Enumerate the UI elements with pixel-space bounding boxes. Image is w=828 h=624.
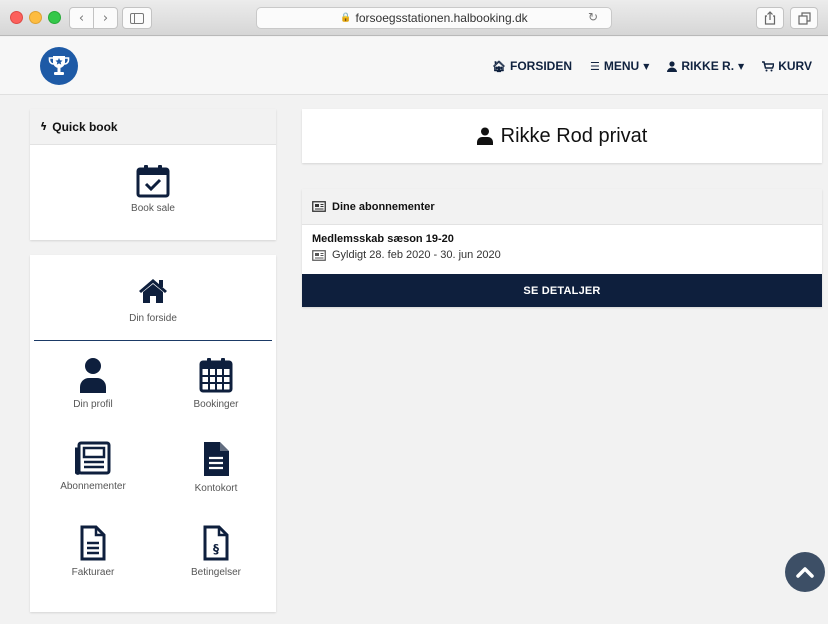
user-icon — [667, 60, 678, 72]
subscriptions-card: Dine abonnementer Medlemsskab sæson 19-2… — [302, 189, 822, 307]
sidebar-toggle-button[interactable] — [122, 7, 152, 29]
bookings-tile[interactable]: Bookinger — [166, 357, 266, 410]
subscription-validity-text: Gyldigt 28. feb 2020 - 30. jun 2020 — [332, 249, 501, 261]
reload-icon[interactable]: ↻ — [588, 10, 598, 24]
home-tile-label: Din forside — [129, 313, 177, 324]
main-navigation: 🏠︎ FORSIDEN ☰ MENU ▼ RIKKE R. ▼ KURV — [492, 37, 812, 95]
calendar-check-icon — [136, 165, 170, 198]
newspaper-icon — [75, 441, 111, 475]
site-header: 🏠︎ FORSIDEN ☰ MENU ▼ RIKKE R. ▼ KURV — [0, 37, 828, 95]
forward-button[interactable]: › — [93, 7, 118, 29]
file-lines-icon — [80, 525, 106, 561]
quick-book-header: ϟ Quick book — [30, 109, 276, 145]
hamburger-icon: ☰ — [590, 59, 600, 73]
nav-home[interactable]: 🏠︎ FORSIDEN — [492, 59, 572, 73]
invoices-tile[interactable]: Fakturaer — [43, 525, 143, 578]
invoices-tile-label: Fakturaer — [71, 567, 115, 578]
calendar-icon — [199, 358, 233, 393]
share-button[interactable] — [756, 7, 784, 29]
nav-user[interactable]: RIKKE R. ▼ — [667, 59, 744, 73]
home-icon: 🏠︎ — [492, 59, 506, 73]
account-card-tile[interactable]: Kontokort — [166, 441, 266, 494]
address-bar-url: forsoegsstationen.halbooking.dk — [355, 11, 528, 25]
caret-down-icon: ▼ — [738, 61, 745, 71]
share-icon — [764, 11, 776, 25]
home-icon — [139, 279, 167, 303]
bookings-tile-label: Bookinger — [193, 399, 239, 410]
subscriptions-header: Dine abonnementer — [302, 189, 822, 225]
book-sale-button[interactable]: Book sale — [30, 145, 276, 214]
back-button[interactable]: ‹ — [69, 7, 94, 29]
scroll-to-top-button[interactable] — [785, 552, 825, 592]
nav-menu-label: MENU — [603, 59, 640, 73]
browser-toolbar: ‹ › 🔒 forsoegsstationen.halbooking.dk ↻ — [0, 0, 828, 36]
terms-tile-label: Betingelser — [190, 567, 242, 578]
subscription-validity: Gyldigt 28. feb 2020 - 30. jun 2020 — [312, 249, 812, 261]
book-sale-label: Book sale — [131, 203, 175, 214]
user-icon — [80, 358, 106, 393]
profile-tile-label: Din profil — [73, 399, 113, 410]
nav-user-label: RIKKE R. — [681, 59, 735, 73]
nav-menu[interactable]: ☰ MENU ▼ — [590, 59, 649, 73]
chevron-left-icon: ‹ — [78, 10, 85, 26]
nav-cart[interactable]: KURV — [762, 59, 812, 73]
profile-header-card: Rikke Rod privat — [302, 109, 822, 163]
subscriptions-tile[interactable]: Abonnementer — [43, 441, 143, 492]
dashboard-menu-card: Din forside Din profil Bookinger Abonnem… — [30, 255, 276, 612]
close-window-button[interactable] — [10, 11, 23, 24]
nav-home-label: FORSIDEN — [509, 59, 572, 73]
address-bar[interactable]: 🔒 forsoegsstationen.halbooking.dk — [256, 7, 612, 29]
profile-tile[interactable]: Din profil — [43, 357, 143, 410]
bolt-icon: ϟ — [40, 120, 48, 133]
quick-book-title: Quick book — [52, 119, 118, 134]
legal-document-icon: § — [203, 525, 229, 561]
nav-cart-label: KURV — [778, 59, 812, 73]
sidebar-icon — [130, 12, 144, 24]
caret-down-icon: ▼ — [643, 61, 650, 71]
trophy-icon — [48, 56, 70, 75]
svg-text:§: § — [213, 542, 219, 556]
home-tile[interactable]: Din forside — [34, 255, 272, 341]
user-icon — [476, 127, 493, 145]
cart-icon — [762, 60, 775, 71]
minimize-window-button[interactable] — [29, 11, 42, 24]
newspaper-icon — [312, 249, 326, 261]
newspaper-icon — [312, 201, 326, 212]
account-card-tile-label: Kontokort — [194, 483, 238, 494]
quick-book-card: ϟ Quick book Book sale — [30, 109, 276, 240]
profile-name: Rikke Rod privat — [500, 124, 648, 147]
tabs-overview-button[interactable] — [790, 7, 818, 29]
see-details-button[interactable]: SE DETALJER — [302, 274, 822, 307]
tabs-icon — [797, 11, 811, 25]
zoom-window-button[interactable] — [48, 11, 61, 24]
site-logo[interactable] — [40, 47, 78, 85]
lock-icon: 🔒 — [340, 13, 352, 23]
file-text-icon — [204, 442, 229, 476]
chevron-up-icon — [796, 567, 814, 578]
chevron-right-icon: › — [102, 10, 109, 26]
subscriptions-tile-label: Abonnementer — [60, 481, 126, 492]
subscription-title: Medlemsskab sæson 19-20 — [312, 233, 454, 245]
terms-tile[interactable]: § Betingelser — [166, 525, 266, 578]
subscriptions-header-label: Dine abonnementer — [332, 200, 435, 213]
subscription-item: Medlemsskab sæson 19-20 Gyldigt 28. feb … — [302, 225, 822, 274]
